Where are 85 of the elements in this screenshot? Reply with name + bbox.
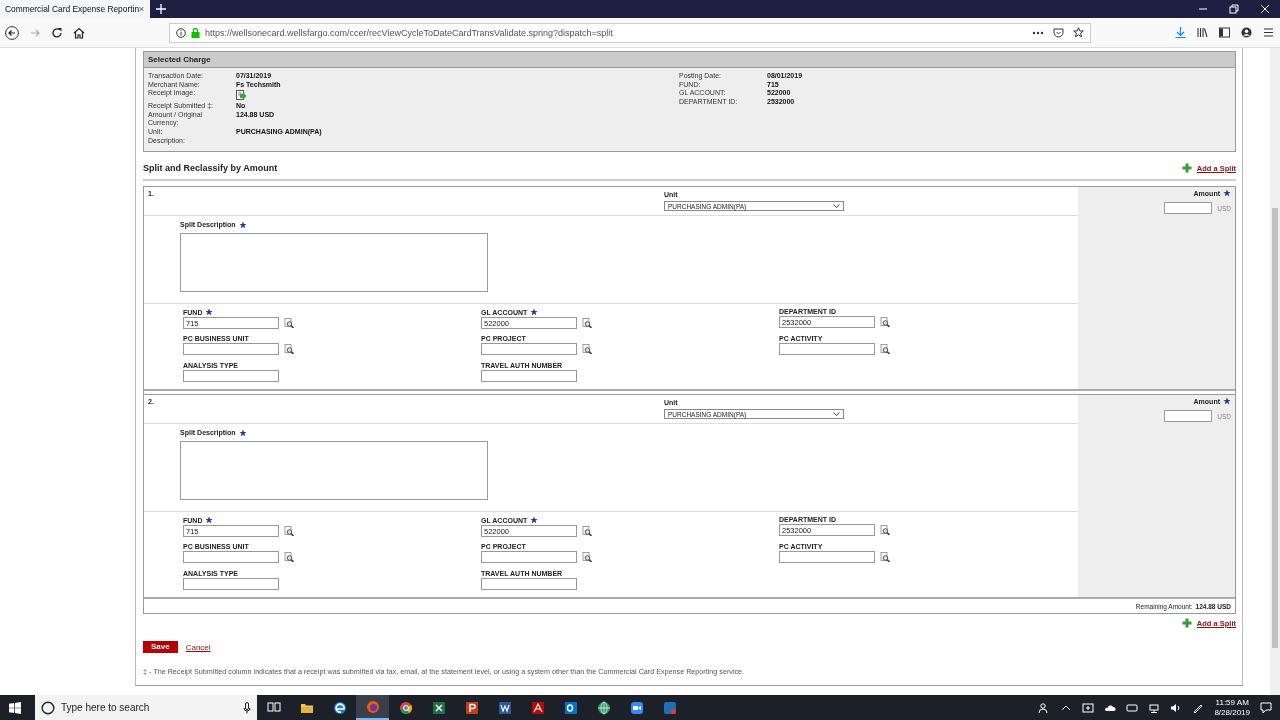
input-field[interactable] (779, 551, 875, 563)
app-icon (662, 700, 677, 715)
star-icon[interactable] (1073, 27, 1084, 38)
search-icon[interactable] (582, 526, 592, 536)
presentation-icon (464, 700, 479, 715)
people-icon[interactable] (1038, 701, 1051, 714)
browser-icon (332, 700, 347, 715)
search-icon[interactable] (284, 344, 294, 354)
receipt-icon[interactable] (236, 90, 247, 102)
search-icon[interactable] (284, 526, 294, 536)
tray-icon[interactable] (1126, 701, 1139, 714)
section-title: Split and Reclassify by Amount (143, 163, 278, 173)
plus-icon[interactable] (1181, 163, 1192, 173)
chevron-down-icon (833, 203, 840, 209)
scrollbar[interactable] (1270, 48, 1280, 695)
account-icon[interactable] (1241, 27, 1252, 38)
plus-icon[interactable] (1181, 618, 1192, 628)
panel-header: Selected Charge (144, 52, 1235, 68)
browser-icon (398, 700, 413, 715)
restore-icon[interactable] (1229, 4, 1239, 14)
search-icon[interactable] (880, 552, 890, 562)
description-field[interactable] (180, 440, 488, 500)
more-icon[interactable] (1032, 30, 1044, 35)
chevron-down-icon (833, 411, 840, 417)
required-icon (1223, 189, 1231, 197)
network-icon[interactable] (1148, 701, 1161, 714)
required-icon (238, 428, 247, 437)
address-bar[interactable]: https://wellsonecard.wellsfargo.com/ccer/recViewCycleToDateCardTransValidate.spring?dispatch=split (169, 22, 1091, 43)
cancel-link[interactable]: Cancel (185, 642, 211, 652)
description-field[interactable] (180, 232, 488, 292)
input-field[interactable] (183, 578, 279, 590)
tray-icon[interactable] (1082, 701, 1095, 714)
input-field[interactable] (481, 578, 577, 590)
clock[interactable]: 11:59 AM 8/28/2019 (1214, 697, 1250, 718)
url-text: https://wellsonecard.wellsfargo.com/ccer/recViewCycleToDateCardTransValidate.spring?dispatch=split (205, 27, 613, 38)
download-icon[interactable] (1175, 27, 1186, 38)
required-icon (530, 308, 539, 316)
windows-icon[interactable] (9, 701, 21, 714)
sidebar-icon[interactable] (1219, 27, 1230, 38)
search-icon[interactable] (582, 344, 592, 354)
info-icon (176, 27, 186, 38)
input-field[interactable] (481, 343, 577, 355)
search-icon[interactable] (880, 317, 890, 327)
browser-tab[interactable]: Commercial Card Expense Reportin (0, 0, 150, 18)
task-view-icon (266, 700, 281, 715)
reload-icon[interactable] (51, 26, 63, 39)
search-icon (41, 700, 55, 715)
input-field[interactable] (183, 343, 279, 355)
input-field[interactable] (481, 370, 577, 382)
back-icon[interactable] (5, 25, 19, 40)
lock-icon (191, 27, 200, 38)
video-icon (629, 700, 644, 715)
input-field[interactable] (183, 551, 279, 563)
required-icon (238, 220, 247, 229)
notification-icon[interactable] (1260, 701, 1272, 714)
document-icon (497, 700, 512, 715)
browser-icon (365, 699, 380, 714)
menu-icon[interactable] (1263, 27, 1274, 38)
required-icon (205, 516, 214, 524)
search-icon[interactable] (582, 552, 592, 562)
microphone-icon[interactable] (243, 701, 251, 714)
amount-field[interactable] (1164, 410, 1213, 422)
save-button[interactable]: Save (143, 641, 178, 653)
input-field[interactable] (183, 370, 279, 382)
required-icon (530, 516, 539, 524)
globe-icon (596, 700, 611, 715)
new-tab-icon[interactable] (156, 4, 166, 14)
search-icon[interactable] (284, 318, 294, 328)
search-icon[interactable] (880, 344, 890, 354)
pocket-icon[interactable] (1053, 27, 1064, 38)
input-field[interactable] (481, 551, 577, 563)
search-icon[interactable] (880, 525, 890, 535)
library-icon[interactable] (1197, 27, 1208, 38)
search-field[interactable]: Type here to search (61, 702, 237, 713)
input-field[interactable] (779, 343, 875, 355)
required-icon (205, 308, 214, 316)
mail-icon (563, 700, 578, 715)
home-icon[interactable] (73, 26, 85, 39)
amount-field[interactable] (1164, 202, 1213, 214)
search-bar[interactable]: Type here to search (35, 695, 257, 720)
pdf-icon (530, 700, 545, 715)
spreadsheet-icon (431, 700, 446, 715)
search-icon[interactable] (582, 318, 592, 328)
required-icon (1223, 397, 1231, 405)
search-icon[interactable] (284, 552, 294, 562)
